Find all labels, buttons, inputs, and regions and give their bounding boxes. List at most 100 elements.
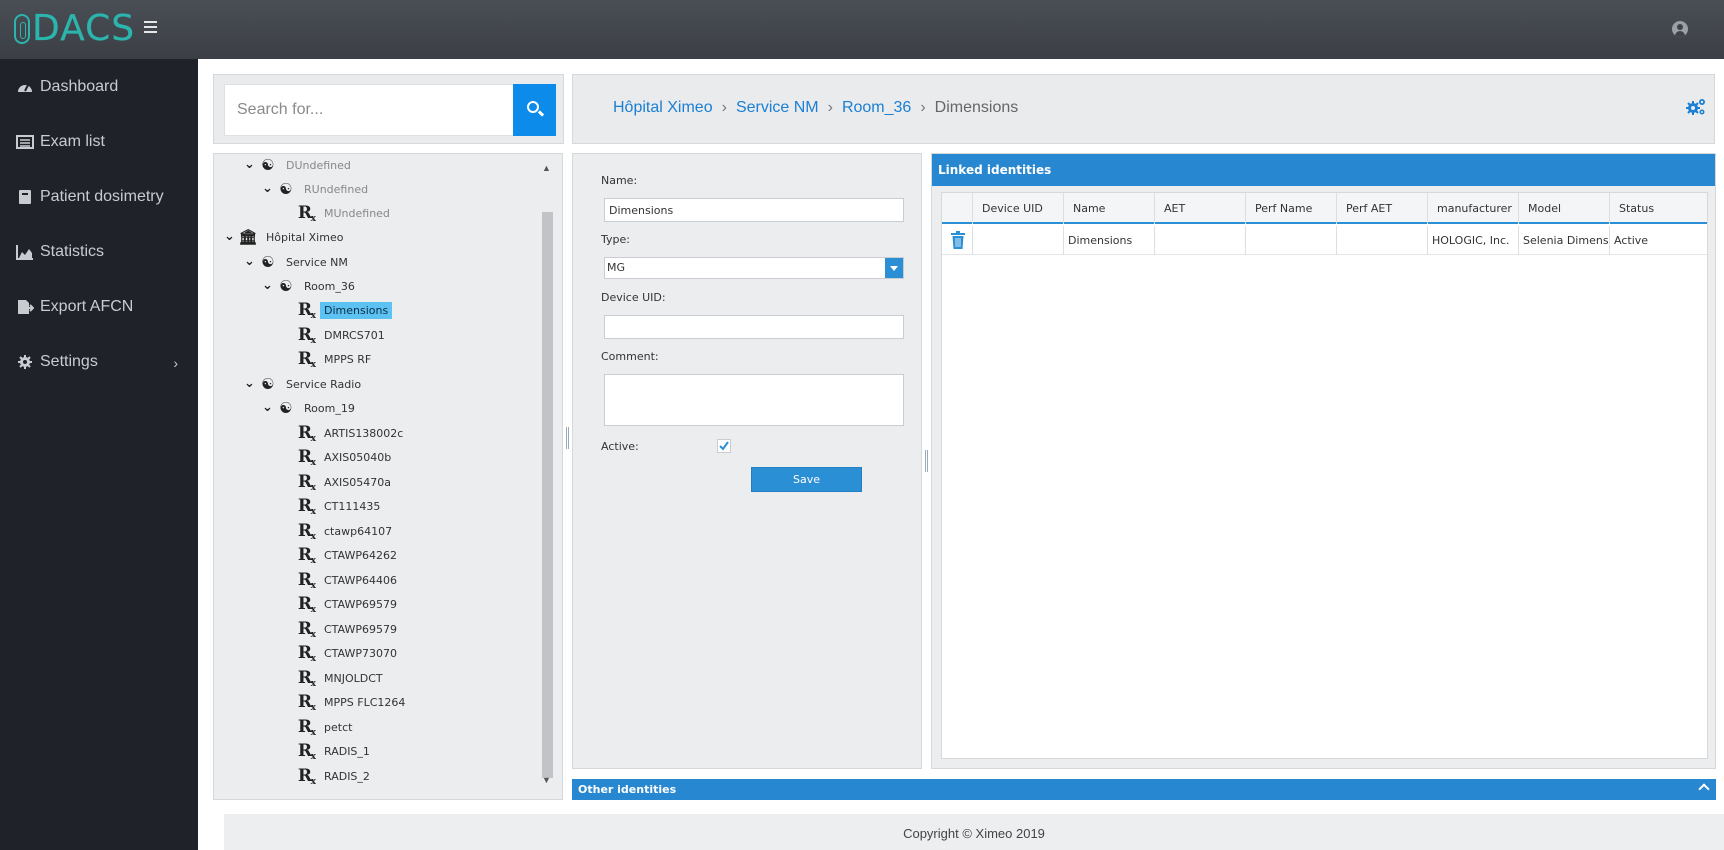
sidebar-item-label: Settings [40,353,98,370]
chevron-down-icon[interactable]: ⌄ [262,182,276,196]
rx-device-icon: Rx [297,447,316,468]
column-header-model[interactable]: Model [1519,193,1610,224]
other-identities-header[interactable]: Other identities [572,779,1716,800]
tree-node-device[interactable]: Rx AXIS05470a [296,471,395,493]
tree-node-device[interactable]: Rx MNJOLDCT [296,667,387,689]
active-checkbox[interactable] [717,439,731,453]
tree-node-label: Service Radio [286,377,362,391]
rx-device-icon: Rx [297,643,316,664]
sidebar-item-export-afcn[interactable]: Export AFCN [0,287,198,327]
tree-node-service[interactable]: ⌄ ☯ Service Radio [244,373,365,395]
breadcrumb-item-service[interactable]: Service NM [736,99,819,117]
tree-node-device[interactable]: Rx MPPS RF [296,348,375,370]
user-account-icon[interactable] [1672,21,1688,37]
chevron-down-icon[interactable] [885,258,903,278]
sidebar-item-settings[interactable]: Settings › [0,342,198,382]
comment-field[interactable] [604,374,904,426]
chevron-right-icon: › [721,99,727,116]
sidebar-item-dashboard[interactable]: Dashboard [0,67,198,107]
search-button[interactable] [513,84,556,136]
sidebar-item-exam-list[interactable]: Exam list [0,122,198,162]
column-header-status[interactable]: Status [1610,193,1708,224]
sidebar-item-patient-dosimetry[interactable]: Patient dosimetry [0,177,198,217]
tree-node-label: CTAWP73070 [324,646,397,660]
name-field[interactable] [604,198,904,222]
tree-node-label: DMRCS701 [324,328,385,342]
rx-device-icon: Rx [297,692,316,713]
scroll-up-arrow-icon[interactable]: ▲ [542,163,551,173]
column-header-perf-name[interactable]: Perf Name [1246,193,1337,224]
breadcrumb-item-room[interactable]: Room_36 [842,99,911,117]
column-header-aet[interactable]: AET [1155,193,1246,224]
scroll-down-arrow-icon[interactable]: ▼ [542,775,551,785]
hospital-building-icon: 🏛 [238,228,258,246]
breadcrumb-item-hospital[interactable]: Hôpital Ximeo [613,99,713,117]
tree-node-device[interactable]: Rx petct [296,716,356,738]
active-label: Active: [601,440,639,453]
type-select[interactable]: MG [604,257,904,279]
tree-node-device[interactable]: Rx AXIS05040b [296,446,395,468]
rx-device-icon: Rx [297,545,316,566]
device-uid-label: Device UID: [601,291,666,304]
form-splitter-handle[interactable] [925,450,928,472]
tree-node-device[interactable]: Rx CTAWP64262 [296,544,401,566]
tree-node-device[interactable]: Rx ctawp64107 [296,520,396,542]
column-header-perf-aet[interactable]: Perf AET [1337,193,1428,224]
tree-node-device[interactable]: Rx CTAWP69579 [296,593,401,615]
menu-toggle-icon[interactable] [144,21,157,33]
chevron-up-icon[interactable] [1698,783,1710,795]
cell-model: Selenia Dimensions [1519,226,1610,255]
chevron-down-icon[interactable]: ⌄ [224,230,238,244]
tree-node-hospital[interactable]: ⌄ 🏛 Hôpital Ximeo [224,226,347,248]
tree-node-room[interactable]: ⌄ ☯ Room_36 [262,275,359,297]
tree-node-device[interactable]: Rx CTAWP69579 [296,618,401,640]
breadcrumb: Hôpital Ximeo › Service NM › Room_36 › D… [613,99,1018,117]
tree-splitter-handle[interactable] [566,427,569,449]
tree-node-device[interactable]: Rx MUndefined [296,202,394,224]
tree-node-service[interactable]: ⌄ ☯ DUndefined [244,154,355,176]
tree-node-device[interactable]: Rx ARTIS138002c [296,422,407,444]
tree-node-service[interactable]: ⌄ ☯ Service NM [244,251,352,273]
tree-node-device-selected[interactable]: Rx Dimensions [296,299,393,321]
list-icon [16,135,34,149]
tree-node-device[interactable]: Rx RADIS_1 [296,740,374,762]
chevron-down-icon[interactable]: ⌄ [262,279,276,293]
tree-scrollbar-thumb[interactable] [542,212,553,778]
tree-node-device[interactable]: Rx MPPS FLC1264 [296,691,409,713]
chevron-down-icon[interactable]: ⌄ [244,377,258,391]
device-form: Name: Type: MG Device UID: Comment: Acti… [572,153,922,769]
table-row[interactable]: Dimensions HOLOGIC, Inc. Selenia Dimensi… [942,226,1707,255]
tree-node-label: RUndefined [304,182,369,196]
tree-node-label: petct [324,720,353,734]
cell-perf-aet [1337,226,1428,255]
tree-node-label: RADIS_2 [324,769,370,783]
gears-settings-icon[interactable] [1685,97,1707,117]
tree-node-room[interactable]: ⌄ ☯ Room_19 [262,397,359,419]
app-logo[interactable]: DACS [14,10,135,47]
tree-node-device[interactable]: Rx CT111435 [296,495,384,517]
service-icon: ☯ [261,375,275,393]
search-panel [213,74,564,144]
search-input[interactable] [224,84,514,136]
tree-node-label: ARTIS138002c [324,426,404,440]
chevron-down-icon[interactable]: ⌄ [262,401,276,415]
save-button[interactable]: Save [751,467,862,492]
column-header-device-uid[interactable]: Device UID [973,193,1064,224]
tree-node-device[interactable]: Rx DMRCS701 [296,324,389,346]
rx-device-icon: Rx [297,423,316,444]
tree-node-device[interactable]: Rx RADIS_2 [296,765,374,787]
chevron-down-icon[interactable]: ⌄ [244,158,258,172]
device-uid-field[interactable] [604,315,904,339]
sidebar: Dashboard Exam list Patient dosimetry St… [0,59,198,850]
rx-device-icon: Rx [297,570,316,591]
tree-node-device[interactable]: Rx CTAWP64406 [296,569,401,591]
sidebar-item-statistics[interactable]: Statistics [0,232,198,272]
column-header-manufacturer[interactable]: manufacturer [1428,193,1519,224]
column-header-name[interactable]: Name [1064,193,1155,224]
tree-node-room[interactable]: ⌄ ☯ RUndefined [262,178,372,200]
chevron-down-icon[interactable]: ⌄ [244,255,258,269]
tree-node-label: AXIS05040b [324,450,392,464]
tree-node-device[interactable]: Rx CTAWP73070 [296,642,401,664]
sidebar-item-label: Export AFCN [40,298,134,315]
trash-icon[interactable] [951,231,965,249]
